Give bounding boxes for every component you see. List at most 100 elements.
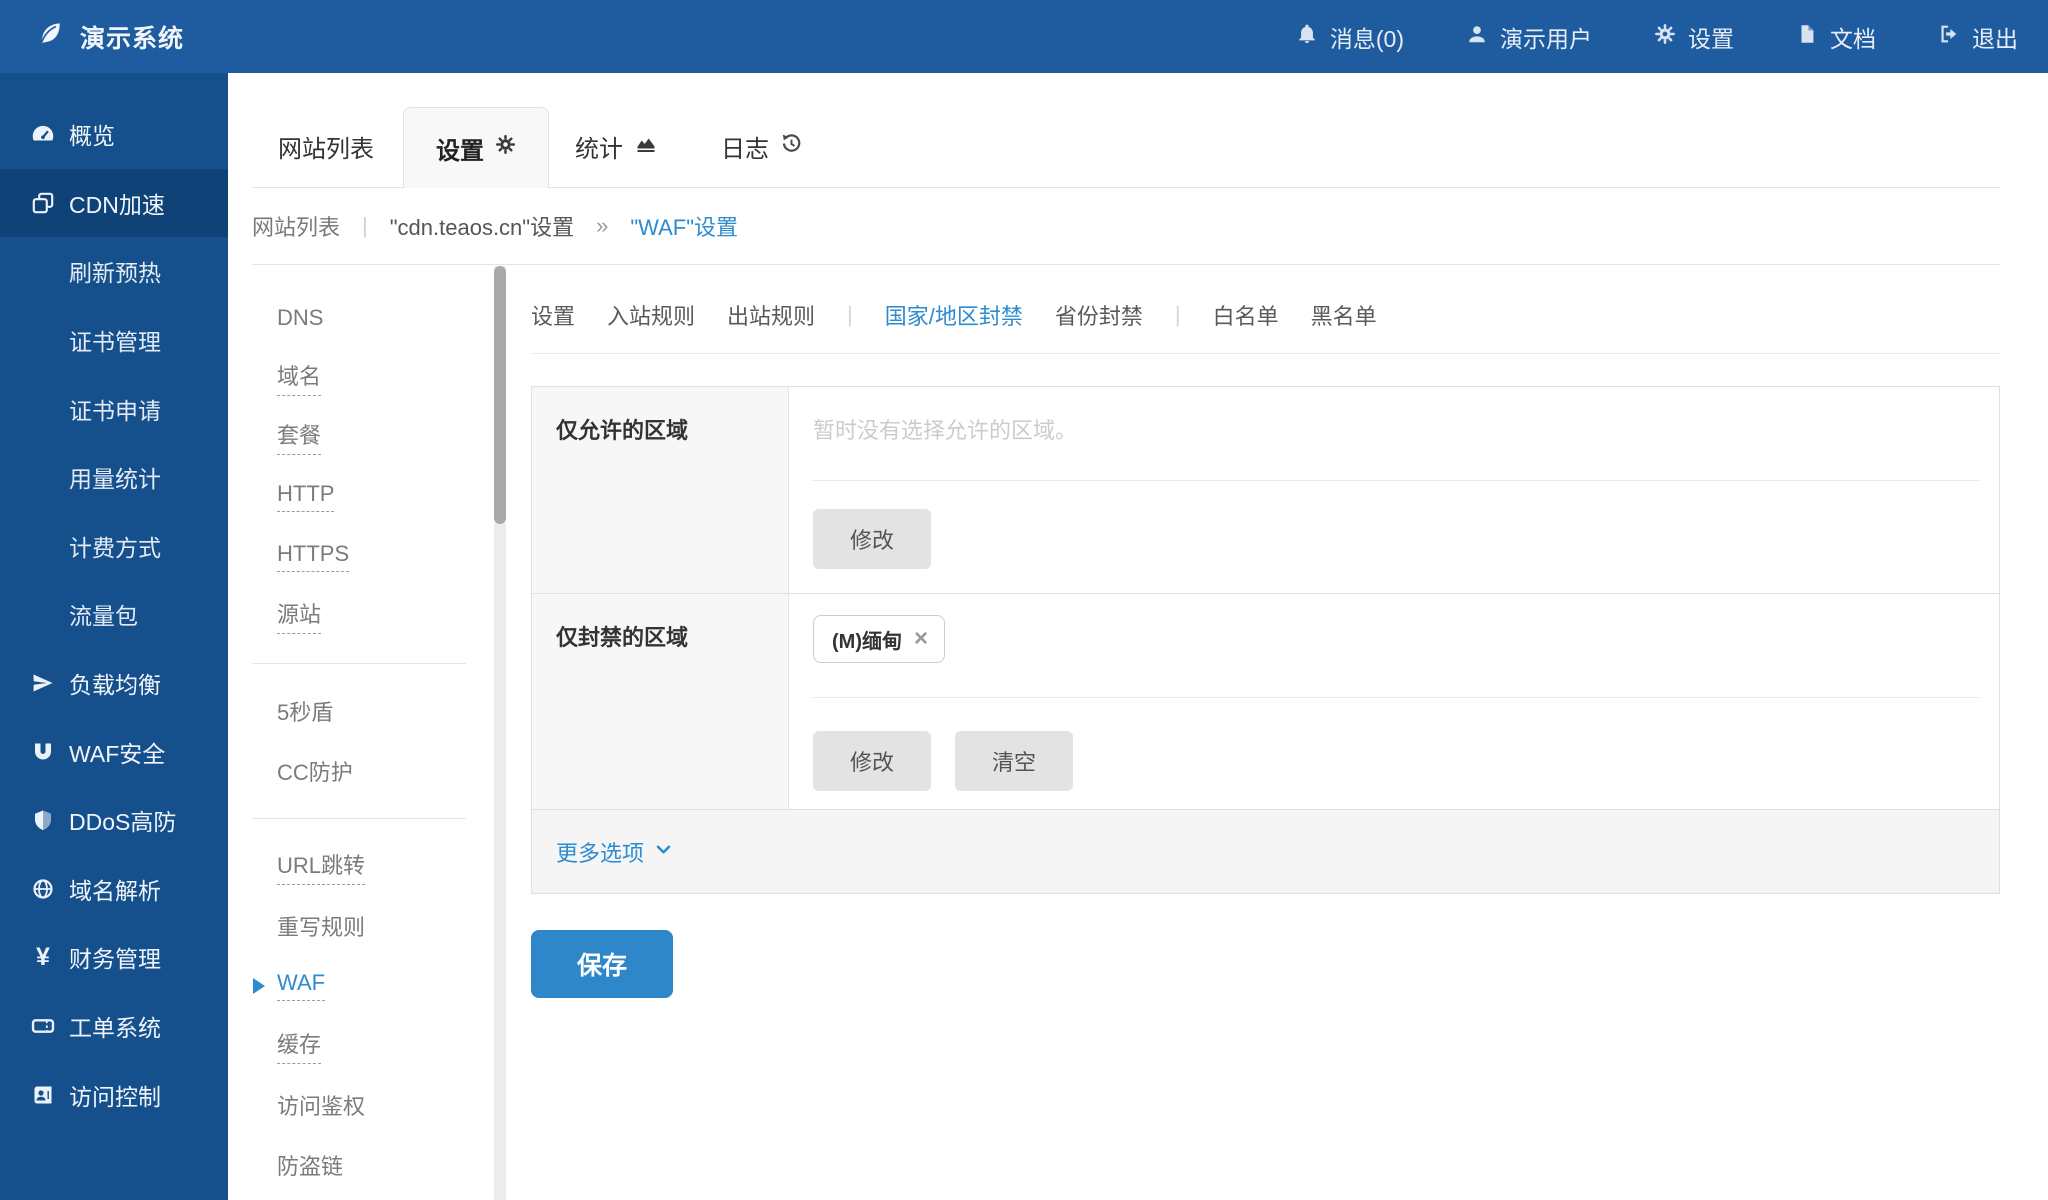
logout-menu-item[interactable]: 退出 bbox=[1938, 20, 2018, 54]
more-options-link[interactable]: 更多选项 bbox=[556, 836, 673, 868]
subnav-label: URL跳转 bbox=[277, 848, 365, 885]
waf-tab-whitelist[interactable]: 白名单 bbox=[1213, 299, 1279, 331]
sidebar-item-billing-mode[interactable]: 计费方式 bbox=[0, 512, 228, 581]
docs-menu-item[interactable]: 文档 bbox=[1796, 20, 1876, 54]
sidebar-item-cdn[interactable]: CDN加速 bbox=[0, 169, 228, 238]
subnav-item-waf[interactable]: WAF bbox=[252, 956, 466, 1016]
subnav-item-cc-protect[interactable]: CC防护 bbox=[252, 741, 466, 801]
globe-icon bbox=[30, 876, 56, 902]
subnav-scrollbar-thumb[interactable] bbox=[494, 266, 506, 524]
subnav-label: 访问鉴权 bbox=[277, 1089, 365, 1121]
sidebar-item-cert-apply[interactable]: 证书申请 bbox=[0, 374, 228, 443]
subnav-item-https[interactable]: HTTPS bbox=[252, 526, 466, 586]
waf-tab-settings[interactable]: 设置 bbox=[531, 299, 575, 331]
blocked-region-field[interactable]: (M)缅甸 × bbox=[813, 594, 1979, 698]
sidebar-item-access-control[interactable]: 访问控制 bbox=[0, 1060, 228, 1129]
tab-separator: | bbox=[847, 302, 853, 328]
sidebar-item-overview[interactable]: 概览 bbox=[0, 100, 228, 169]
blocked-modify-button[interactable]: 修改 bbox=[813, 731, 931, 791]
allowed-modify-button[interactable]: 修改 bbox=[813, 509, 931, 569]
sidebar-label: 概览 bbox=[69, 117, 115, 151]
sidebar-item-tickets[interactable]: 工单系统 bbox=[0, 992, 228, 1061]
sidebar-item-usage-stats[interactable]: 用量统计 bbox=[0, 443, 228, 512]
sidebar-label: 用量统计 bbox=[69, 460, 161, 494]
breadcrumb-waf-settings[interactable]: "WAF"设置 bbox=[630, 210, 738, 242]
subnav-item-rewrite[interactable]: 重写规则 bbox=[252, 896, 466, 956]
shield-icon bbox=[30, 807, 56, 833]
leaf-logo-icon bbox=[34, 19, 64, 54]
sidebar-item-dns-resolve[interactable]: 域名解析 bbox=[0, 855, 228, 924]
sidebar-label: WAF安全 bbox=[69, 735, 165, 769]
subnav-label: 重写规则 bbox=[277, 910, 365, 942]
subnav-item-domain[interactable]: 域名 bbox=[252, 348, 466, 408]
tab-label: 网站列表 bbox=[278, 129, 374, 164]
subnav-item-auth[interactable]: 访问鉴权 bbox=[252, 1075, 466, 1135]
sidebar-item-purge[interactable]: 刷新预热 bbox=[0, 237, 228, 306]
sidebar-item-load-balance[interactable]: 负载均衡 bbox=[0, 649, 228, 718]
sidebar-item-finance[interactable]: ¥ 财务管理 bbox=[0, 923, 228, 992]
save-button[interactable]: 保存 bbox=[531, 930, 673, 998]
subnav-label: DNS bbox=[277, 305, 323, 331]
subnav-item-dns[interactable]: DNS bbox=[252, 288, 466, 348]
app-logo[interactable]: 演示系统 bbox=[34, 19, 184, 55]
waf-tab-province-block[interactable]: 省份封禁 bbox=[1055, 299, 1143, 331]
blocked-region-content: (M)缅甸 × 修改 清空 bbox=[789, 594, 1999, 809]
subnav-label: 源站 bbox=[277, 597, 321, 634]
gear-icon bbox=[1654, 23, 1676, 51]
topbar-menu: 消息(0) 演示用户 bbox=[1234, 20, 2018, 54]
breadcrumb-website-list[interactable]: 网站列表 bbox=[252, 210, 340, 242]
subnav-item-origin[interactable]: 源站 bbox=[252, 586, 466, 646]
breadcrumb: 网站列表 | "cdn.teaos.cn"设置 » "WAF"设置 bbox=[252, 188, 2000, 265]
subnav-item-hotlink[interactable]: 防盗链 bbox=[252, 1135, 466, 1195]
tab-logs[interactable]: 日志 bbox=[695, 106, 829, 187]
waf-tab-inbound[interactable]: 入站规则 bbox=[607, 299, 695, 331]
active-caret-icon bbox=[253, 978, 265, 994]
sidebar-item-ddos[interactable]: DDoS高防 bbox=[0, 786, 228, 855]
main-area: 网站列表 设置 bbox=[228, 73, 2048, 1200]
cdn-copy-icon bbox=[30, 190, 56, 216]
gear-icon bbox=[495, 134, 516, 162]
user-icon bbox=[1466, 23, 1488, 51]
settings-menu-item[interactable]: 设置 bbox=[1654, 20, 1734, 54]
breadcrumb-site-settings[interactable]: "cdn.teaos.cn"设置 bbox=[390, 210, 574, 242]
subnav-label: 套餐 bbox=[277, 418, 321, 455]
sidebar-label: 流量包 bbox=[69, 597, 138, 631]
id-card-icon bbox=[30, 1082, 56, 1108]
allowed-region-content: 暂时没有选择允许的区域。 修改 bbox=[789, 387, 1999, 593]
waf-tab-blacklist[interactable]: 黑名单 bbox=[1311, 299, 1377, 331]
paper-plane-icon bbox=[30, 670, 56, 696]
allowed-region-field[interactable]: 暂时没有选择允许的区域。 bbox=[813, 387, 1979, 481]
magnet-icon bbox=[30, 739, 56, 765]
subnav-item-url-redirect[interactable]: URL跳转 bbox=[252, 837, 466, 897]
sidebar-item-waf[interactable]: WAF安全 bbox=[0, 717, 228, 786]
waf-tab-country-block[interactable]: 国家/地区封禁 bbox=[885, 299, 1023, 331]
tab-website-list[interactable]: 网站列表 bbox=[252, 106, 400, 187]
sidebar-label: DDoS高防 bbox=[69, 803, 176, 837]
logout-label: 退出 bbox=[1972, 20, 2018, 54]
user-menu-item[interactable]: 演示用户 bbox=[1466, 20, 1592, 54]
sidebar-item-cert-manage[interactable]: 证书管理 bbox=[0, 306, 228, 375]
subnav-item-cache[interactable]: 缓存 bbox=[252, 1016, 466, 1076]
user-label: 演示用户 bbox=[1500, 20, 1592, 54]
more-options-label: 更多选项 bbox=[556, 836, 644, 868]
waf-tab-outbound[interactable]: 出站规则 bbox=[727, 299, 815, 331]
subnav-item-http[interactable]: HTTP bbox=[252, 467, 466, 527]
sidebar-label: 刷新预热 bbox=[69, 254, 161, 288]
sidebar-item-traffic-pack[interactable]: 流量包 bbox=[0, 580, 228, 649]
blocked-clear-button[interactable]: 清空 bbox=[955, 731, 1073, 791]
blocked-region-label: 仅封禁的区域 bbox=[532, 594, 789, 809]
tab-label: 统计 bbox=[575, 129, 623, 164]
app-title: 演示系统 bbox=[80, 19, 184, 55]
history-icon bbox=[780, 132, 803, 162]
chart-icon bbox=[634, 131, 658, 162]
tag-remove-icon[interactable]: × bbox=[914, 627, 928, 651]
subnav-item-plan[interactable]: 套餐 bbox=[252, 407, 466, 467]
subnav-label: CC防护 bbox=[277, 755, 353, 787]
messages-menu-item[interactable]: 消息(0) bbox=[1296, 20, 1404, 54]
subnav-item-5s-shield[interactable]: 5秒盾 bbox=[252, 682, 466, 742]
subnav-label: 5秒盾 bbox=[277, 695, 333, 727]
tab-stats[interactable]: 统计 bbox=[549, 106, 684, 187]
sidebar-label: 证书管理 bbox=[69, 323, 161, 357]
tab-settings[interactable]: 设置 bbox=[403, 107, 549, 188]
subnav-scrollbar-track[interactable] bbox=[494, 266, 506, 1200]
